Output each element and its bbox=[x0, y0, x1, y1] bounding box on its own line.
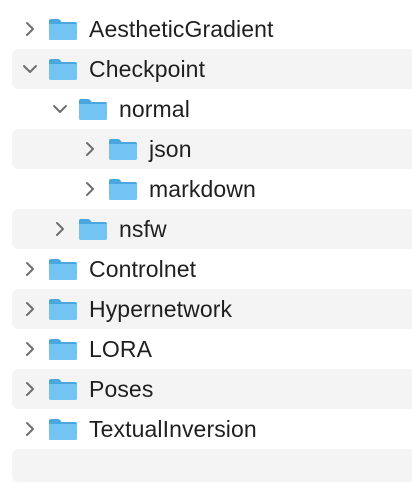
tree-row-nsfw[interactable]: nsfw bbox=[0, 209, 412, 249]
chevron-down-icon[interactable] bbox=[52, 98, 68, 120]
folder-icon bbox=[78, 97, 108, 121]
chevron-right-icon[interactable] bbox=[22, 298, 38, 320]
tree-row-label: nsfw bbox=[119, 215, 167, 242]
tree-row-label: Poses bbox=[89, 375, 154, 402]
chevron-right-icon[interactable] bbox=[82, 138, 98, 160]
folder-icon bbox=[48, 57, 78, 81]
tree-row-label: Checkpoint bbox=[89, 55, 206, 82]
folder-icon bbox=[108, 137, 138, 161]
tree-row-lora[interactable]: LORA bbox=[0, 329, 412, 369]
tree-row-label: TextualInversion bbox=[89, 415, 257, 442]
tree-row-markdown[interactable]: markdown bbox=[0, 169, 412, 209]
chevron-right-icon[interactable] bbox=[22, 378, 38, 400]
folder-icon bbox=[78, 217, 108, 241]
chevron-right-icon[interactable] bbox=[22, 258, 38, 280]
chevron-right-icon[interactable] bbox=[22, 418, 38, 440]
tree-row-json[interactable]: json bbox=[0, 129, 412, 169]
folder-icon bbox=[48, 377, 78, 401]
tree-row-label: Controlnet bbox=[89, 255, 197, 282]
tree-row-label: normal bbox=[119, 95, 190, 122]
tree-row-hypernetwork[interactable]: Hypernetwork bbox=[0, 289, 412, 329]
folder-icon bbox=[48, 417, 78, 441]
chevron-right-icon[interactable] bbox=[52, 218, 68, 240]
folder-icon bbox=[48, 17, 78, 41]
tree-row-label: markdown bbox=[149, 175, 256, 202]
chevron-down-icon[interactable] bbox=[22, 58, 38, 80]
tree-row-poses[interactable]: Poses bbox=[0, 369, 412, 409]
tree-row-checkpoint[interactable]: Checkpoint bbox=[0, 49, 412, 89]
tree-row-normal[interactable]: normal bbox=[0, 89, 412, 129]
chevron-right-icon[interactable] bbox=[22, 18, 38, 40]
tree-row-textualinversion[interactable]: TextualInversion bbox=[0, 409, 412, 449]
tree-row-label: LORA bbox=[89, 335, 153, 362]
folder-icon bbox=[48, 257, 78, 281]
tree-row-aestheticgradient[interactable]: AestheticGradient bbox=[0, 9, 412, 49]
chevron-right-icon[interactable] bbox=[22, 338, 38, 360]
folder-icon bbox=[108, 177, 138, 201]
folder-icon bbox=[48, 297, 78, 321]
tree-row-label: AestheticGradient bbox=[89, 15, 274, 42]
file-tree: AestheticGradient Checkpoint normal json bbox=[0, 9, 412, 482]
tree-row-controlnet[interactable]: Controlnet bbox=[0, 249, 412, 289]
folder-icon bbox=[48, 337, 78, 361]
chevron-right-icon[interactable] bbox=[82, 178, 98, 200]
empty-stripe-row bbox=[0, 449, 412, 482]
tree-row-label: json bbox=[149, 135, 192, 162]
tree-row-label: Hypernetwork bbox=[89, 295, 233, 322]
